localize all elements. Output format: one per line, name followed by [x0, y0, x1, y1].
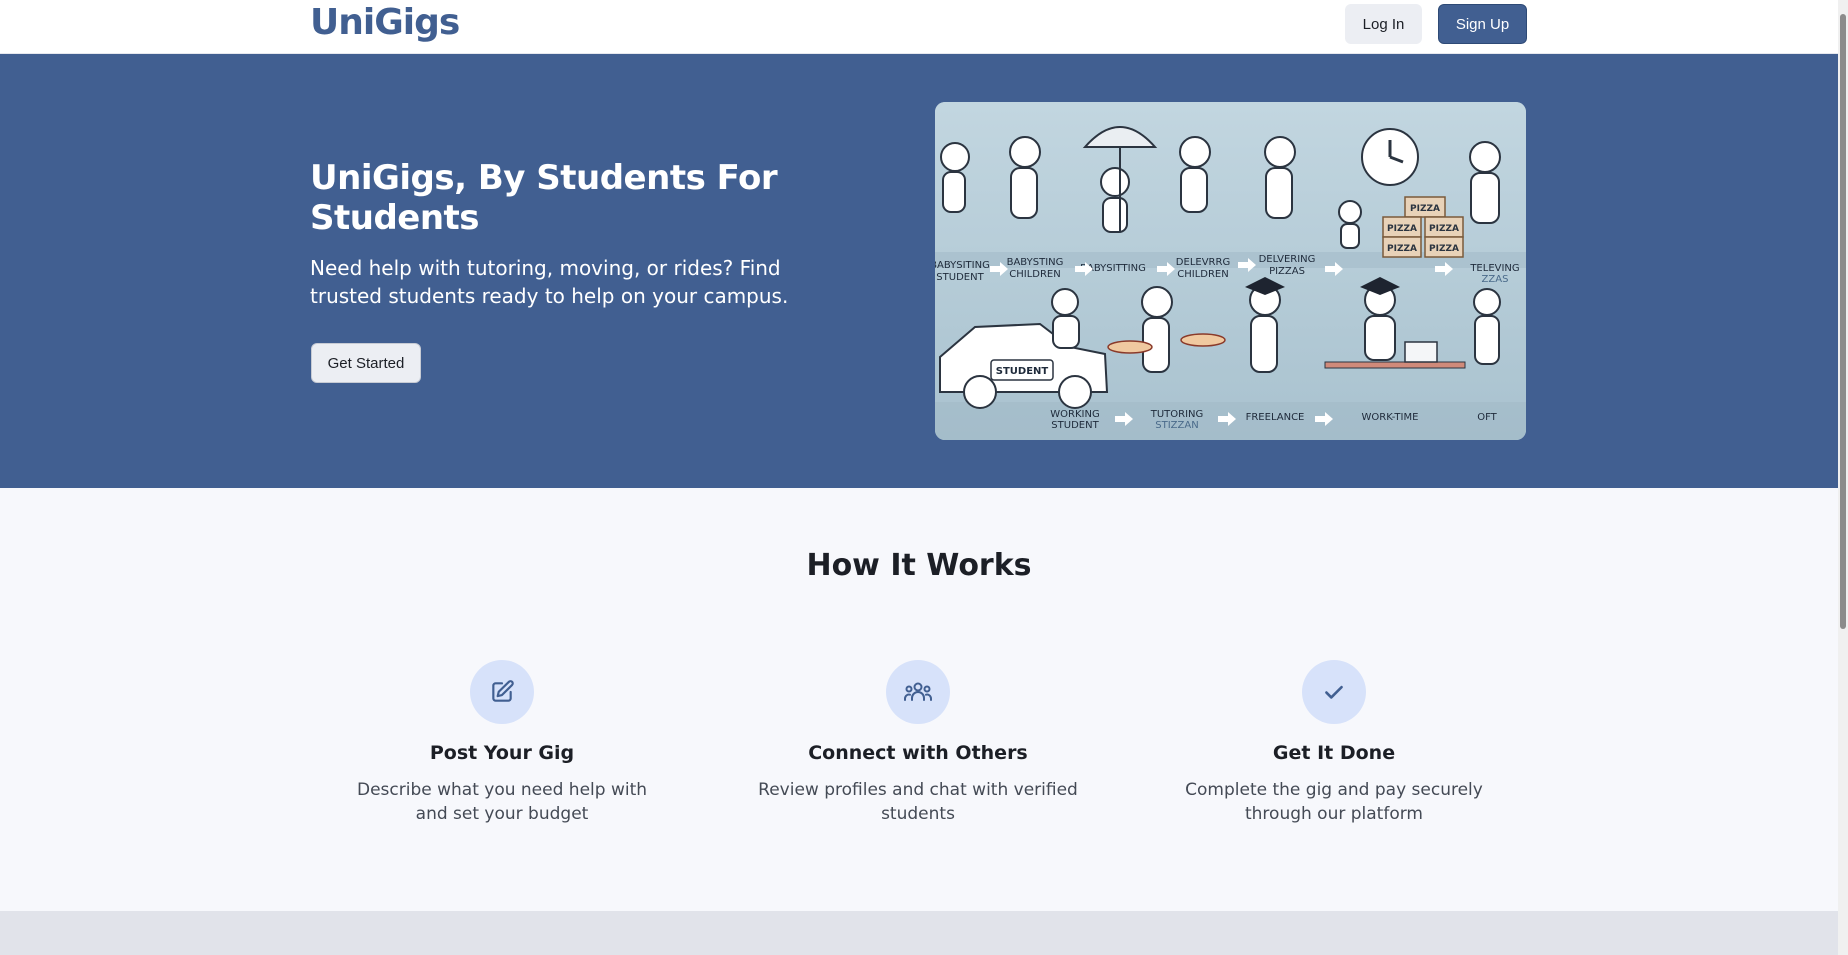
site-header: UniGigs Log In Sign Up — [0, 0, 1848, 54]
svg-text:STUDENT: STUDENT — [1051, 420, 1099, 431]
next-section — [0, 911, 1838, 955]
svg-text:DELEVRRG: DELEVRRG — [1176, 257, 1230, 268]
scrollbar[interactable] — [1838, 0, 1848, 955]
step-done: Get It Done Complete the gig and pay sec… — [1169, 660, 1499, 826]
svg-text:PIZZAS: PIZZAS — [1269, 266, 1305, 277]
logo[interactable]: UniGigs — [310, 2, 460, 43]
signup-button[interactable]: Sign Up — [1438, 4, 1527, 44]
svg-text:PIZZA: PIZZA — [1387, 224, 1417, 234]
svg-text:WORKING: WORKING — [1050, 409, 1099, 420]
step-description: Complete the gig and pay securely throug… — [1185, 780, 1483, 824]
svg-text:PIZZA: PIZZA — [1429, 224, 1459, 234]
svg-text:OFT: OFT — [1477, 412, 1497, 423]
step-description: Review profiles and chat with verified s… — [758, 780, 1078, 824]
hero-subtitle: Need help with tutoring, moving, or ride… — [310, 256, 789, 308]
step-description: Describe what you need help with and set… — [356, 780, 648, 824]
step-connect: Connect with Others Review profiles and … — [753, 660, 1083, 826]
svg-text:BABYSITING: BABYSITING — [935, 260, 990, 271]
svg-text:DELVERING: DELVERING — [1259, 254, 1316, 265]
svg-text:BABYSTING: BABYSTING — [1007, 257, 1064, 268]
hero-section: UniGigs, By Students For Students Need h… — [0, 54, 1838, 488]
svg-text:WORK-TIME: WORK-TIME — [1362, 412, 1419, 423]
svg-text:CHILDREN: CHILDREN — [1009, 269, 1060, 280]
svg-text:FREELANCE: FREELANCE — [1246, 412, 1305, 423]
how-it-works-title: How It Works — [806, 548, 1032, 583]
hero-illustration: PIZZA PIZZA PIZZA PIZZA PIZZA BABYSITING… — [935, 102, 1526, 440]
svg-text:PIZZA: PIZZA — [1387, 244, 1417, 254]
step-title: Post Your Gig — [429, 742, 575, 764]
users-icon — [886, 660, 950, 724]
svg-text:PIZZA: PIZZA — [1429, 244, 1459, 254]
get-started-button[interactable]: Get Started — [311, 343, 421, 383]
scrollbar-thumb[interactable] — [1840, 14, 1846, 629]
svg-text:STUDENT: STUDENT — [996, 366, 1049, 377]
login-button[interactable]: Log In — [1345, 4, 1422, 44]
check-icon — [1302, 660, 1366, 724]
step-title: Get It Done — [1272, 742, 1396, 764]
svg-text:TUTORING: TUTORING — [1150, 409, 1204, 420]
edit-icon — [470, 660, 534, 724]
svg-text:TELEVING: TELEVING — [1469, 263, 1519, 274]
svg-text:PIZZA: PIZZA — [1410, 204, 1440, 214]
svg-text:STUDENT: STUDENT — [936, 272, 984, 283]
hero-title: UniGigs, By Students For Students — [310, 158, 778, 238]
step-title: Connect with Others — [808, 742, 1028, 764]
svg-text:ZZAS: ZZAS — [1482, 274, 1509, 285]
svg-text:CHILDREN: CHILDREN — [1177, 269, 1228, 280]
step-post-gig: Post Your Gig Describe what you need hel… — [337, 660, 667, 826]
svg-text:STIZZAN: STIZZAN — [1155, 420, 1198, 431]
